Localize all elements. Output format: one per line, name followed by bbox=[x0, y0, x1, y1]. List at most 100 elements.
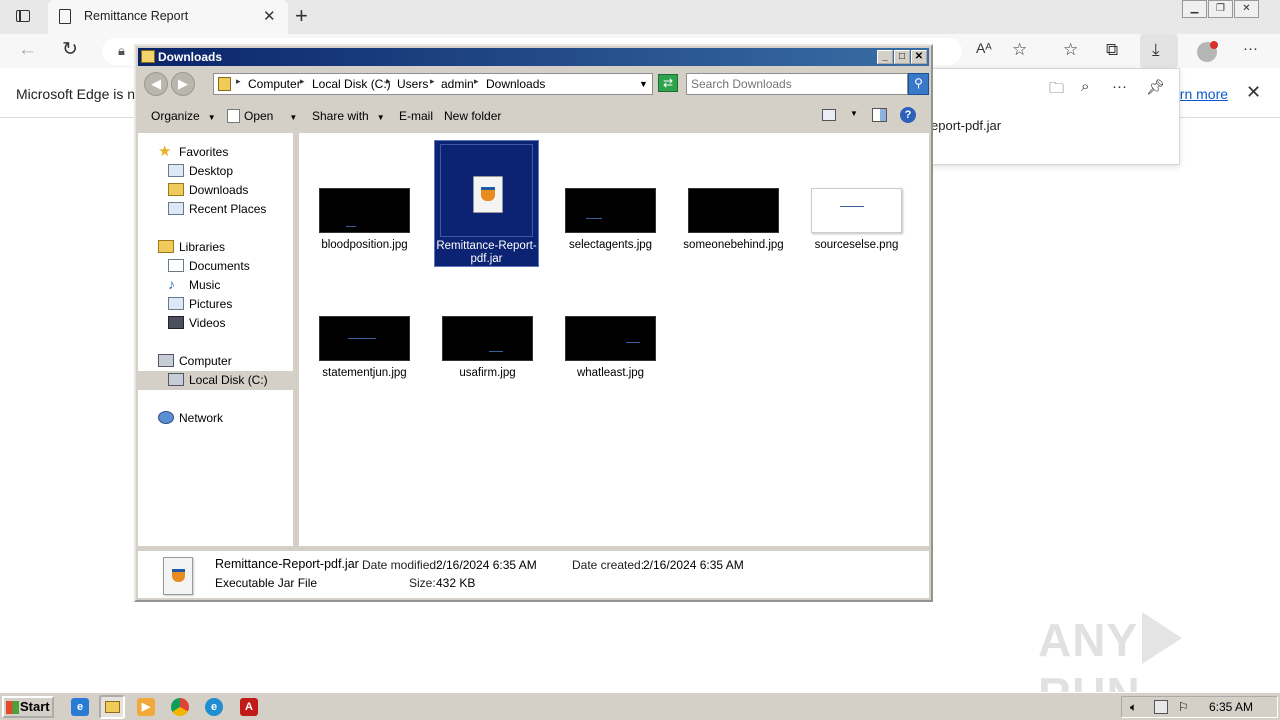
close-icon[interactable]: ✕ bbox=[1246, 82, 1261, 103]
search-input[interactable] bbox=[691, 77, 901, 91]
file-name: someonebehind.jpg bbox=[683, 239, 784, 251]
close-tab-icon[interactable]: ✕ bbox=[263, 7, 276, 25]
close-icon[interactable]: ✕ bbox=[911, 50, 927, 64]
explorer-taskbar-button[interactable] bbox=[99, 695, 125, 719]
window-titlebar[interactable]: Downloads _ □ ✕ bbox=[138, 48, 929, 66]
read-aloud-icon[interactable]: Aᴬ bbox=[976, 40, 992, 56]
nav-label: Pictures bbox=[189, 297, 233, 311]
back-icon[interactable]: ◀ bbox=[144, 72, 168, 96]
nav-pictures[interactable]: Pictures bbox=[168, 295, 232, 314]
minimize-icon[interactable]: ▁ bbox=[1182, 0, 1207, 18]
breadcrumb-admin[interactable]: admin bbox=[441, 77, 474, 91]
start-button[interactable]: Start bbox=[2, 696, 54, 718]
restore-icon[interactable]: ❐ bbox=[1208, 0, 1233, 18]
nav-label: Documents bbox=[189, 259, 250, 273]
pictures-icon bbox=[168, 297, 184, 310]
details-filetype: Executable Jar File bbox=[215, 576, 318, 590]
file-item[interactable]: statementjun.jpg bbox=[312, 316, 417, 380]
breadcrumb-users[interactable]: Users bbox=[397, 77, 428, 91]
chevron-right-icon[interactable]: ▸ bbox=[300, 76, 305, 87]
file-item-selected[interactable]: Remittance-Report-pdf.jar bbox=[434, 140, 539, 267]
chevron-right-icon[interactable]: ▸ bbox=[386, 76, 391, 87]
nav-local-disk[interactable]: Local Disk (C:) bbox=[138, 371, 293, 390]
search-icon[interactable]: ⌕ bbox=[1081, 78, 1089, 95]
tab-actions-icon[interactable] bbox=[12, 7, 36, 27]
file-item[interactable]: sourceselse.png bbox=[804, 188, 909, 252]
more-icon[interactable]: ··· bbox=[1112, 78, 1127, 95]
refresh-icon[interactable]: ↻ bbox=[62, 38, 78, 61]
add-favorite-icon[interactable]: ☆ bbox=[1012, 40, 1027, 60]
nav-computer[interactable]: Computer bbox=[158, 352, 232, 371]
open-label: Open bbox=[244, 109, 274, 123]
downloads-button[interactable]: ⤓ bbox=[1140, 34, 1178, 68]
refresh-icon[interactable]: ⇄ bbox=[658, 74, 678, 92]
file-item[interactable]: someonebehind.jpg bbox=[681, 188, 786, 252]
details-filename: Remittance-Report-pdf.jar bbox=[215, 557, 359, 571]
learn-more-link[interactable]: arn more bbox=[1172, 86, 1228, 102]
search-field[interactable] bbox=[686, 73, 908, 95]
edge-icon[interactable]: e bbox=[205, 698, 223, 716]
chevron-right-icon[interactable]: ▸ bbox=[474, 76, 479, 87]
maximize-icon[interactable]: □ bbox=[894, 50, 910, 64]
star-icon: ★ bbox=[158, 143, 172, 160]
share-with-button[interactable]: Share with ▼ bbox=[312, 109, 385, 123]
forward-icon[interactable]: ▶ bbox=[171, 72, 195, 96]
action-center-flag-icon[interactable]: ⚐ bbox=[1178, 700, 1192, 714]
chrome-icon[interactable] bbox=[171, 698, 189, 716]
nav-network[interactable]: Network bbox=[158, 409, 223, 428]
help-icon[interactable]: ? bbox=[900, 107, 916, 123]
organize-button[interactable]: Organize ▼ bbox=[151, 109, 216, 123]
file-item[interactable]: whatleast.jpg bbox=[558, 316, 663, 380]
back-icon[interactable]: ← bbox=[18, 39, 37, 61]
more-icon[interactable]: ··· bbox=[1243, 40, 1258, 57]
nav-favorites[interactable]: ★ Favorites bbox=[158, 143, 228, 162]
acrobat-icon[interactable]: A bbox=[240, 698, 258, 716]
new-folder-button[interactable]: New folder bbox=[444, 109, 501, 123]
browser-tab[interactable]: Remittance Report ✕ bbox=[48, 0, 288, 34]
system-tray: 🔈︎ ⚐ bbox=[1121, 696, 1278, 718]
new-tab-icon[interactable]: + bbox=[295, 3, 308, 29]
close-window-icon[interactable]: ✕ bbox=[1234, 0, 1259, 18]
chevron-right-icon[interactable]: ▸ bbox=[236, 76, 241, 87]
nav-downloads[interactable]: Downloads bbox=[168, 181, 248, 200]
nav-label: Downloads bbox=[189, 183, 249, 197]
file-item[interactable]: bloodposition.jpg bbox=[312, 188, 417, 252]
pin-icon[interactable]: 📌︎ bbox=[1146, 78, 1165, 96]
file-name: whatleast.jpg bbox=[576, 367, 645, 379]
nav-label: Music bbox=[189, 278, 221, 292]
nav-videos[interactable]: Videos bbox=[168, 314, 225, 333]
file-item[interactable]: selectagents.jpg bbox=[558, 188, 663, 252]
lock-icon: 🔒︎ bbox=[118, 43, 125, 58]
clock[interactable]: 6:35 AM bbox=[1209, 700, 1253, 714]
breadcrumb-downloads[interactable]: Downloads bbox=[486, 77, 545, 91]
favorites-icon[interactable]: ☆ bbox=[1063, 40, 1078, 60]
breadcrumb-computer[interactable]: Computer bbox=[248, 77, 301, 91]
folder-icon[interactable]: 🗀︎ bbox=[1049, 78, 1064, 103]
breadcrumb[interactable]: ▸ Computer ▸ Local Disk (C:) ▸ Users ▸ a… bbox=[213, 73, 653, 95]
network-icon[interactable] bbox=[1154, 700, 1168, 714]
email-button[interactable]: E-mail bbox=[399, 109, 433, 123]
open-button[interactable]: Open ▼ bbox=[227, 109, 297, 123]
file-item[interactable]: usafirm.jpg bbox=[435, 316, 540, 380]
nav-label: Network bbox=[179, 411, 224, 425]
navigation-pane: ★ Favorites Desktop Downloads Recent Plac… bbox=[138, 133, 296, 546]
preview-pane-icon[interactable] bbox=[872, 108, 887, 122]
volume-icon[interactable]: 🔈︎ bbox=[1130, 700, 1144, 714]
ie-icon[interactable]: e bbox=[71, 698, 89, 716]
download-item-name[interactable]: eport-pdf.jar bbox=[931, 118, 1001, 133]
nav-recent-places[interactable]: Recent Places bbox=[168, 200, 266, 219]
collections-icon[interactable]: ⧉ bbox=[1106, 40, 1118, 60]
nav-label: Videos bbox=[189, 316, 226, 330]
nav-documents[interactable]: Documents bbox=[168, 257, 250, 276]
breadcrumb-local-disk[interactable]: Local Disk (C:) bbox=[312, 77, 391, 91]
chevron-down-icon[interactable]: ▼ bbox=[639, 79, 648, 89]
nav-libraries[interactable]: Libraries bbox=[158, 238, 225, 257]
minimize-icon[interactable]: _ bbox=[877, 50, 893, 64]
media-player-icon[interactable]: ▶ bbox=[137, 698, 155, 716]
nav-music[interactable]: ♪ Music bbox=[168, 276, 220, 295]
chevron-right-icon[interactable]: ▸ bbox=[430, 76, 435, 87]
change-view-icon[interactable] bbox=[822, 109, 836, 121]
search-icon[interactable]: ⚲ bbox=[908, 73, 929, 95]
nav-desktop[interactable]: Desktop bbox=[168, 162, 233, 181]
chevron-down-icon[interactable]: ▼ bbox=[850, 109, 858, 118]
